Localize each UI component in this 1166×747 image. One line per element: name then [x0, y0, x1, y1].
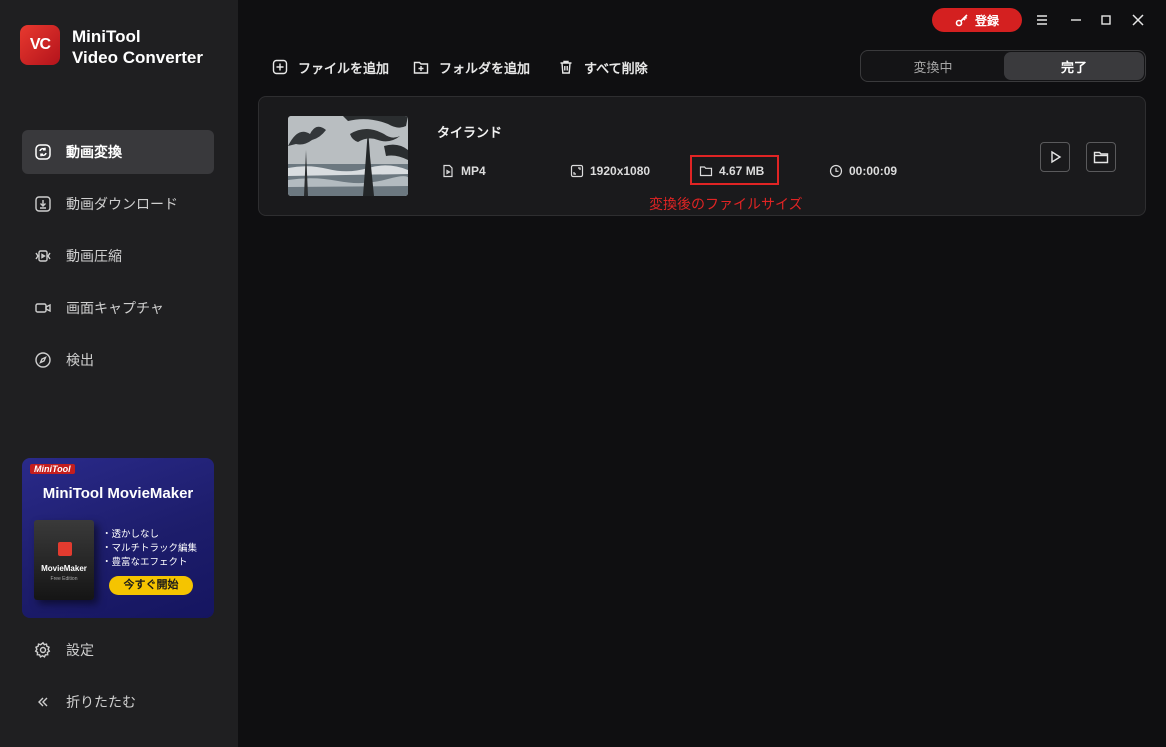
promo-brand-logo: MiniTool	[30, 464, 75, 474]
play-button[interactable]	[1040, 142, 1070, 172]
file-size-annotation: 変換後のファイルサイズ	[649, 196, 803, 212]
sidebar-item-label: 動画圧縮	[66, 248, 122, 264]
hamburger-menu-icon	[1037, 15, 1047, 25]
promo-feature: ・豊富なエフェクト	[102, 557, 188, 568]
sidebar-item-discover[interactable]: 検出	[22, 338, 214, 382]
sidebar: VC MiniTool Video Converter 動画変換 動画ダウンロー…	[0, 0, 238, 747]
moviemaker-box-name: MovieMaker	[41, 564, 87, 573]
sidebar-item-label: 動画変換	[66, 144, 122, 160]
app-title-line2: Video Converter	[72, 48, 204, 67]
sidebar-item-video-convert[interactable]: 動画変換	[22, 130, 214, 174]
compress-icon	[35, 250, 51, 262]
trash-icon	[560, 60, 572, 74]
chevron-double-left-icon	[38, 697, 48, 707]
resolution-value: 1920x1080	[590, 164, 651, 178]
folder-icon	[1093, 151, 1109, 164]
collapse-label: 折りたたむ	[66, 694, 136, 710]
app-logo: VC	[20, 25, 60, 65]
app-title: MiniTool Video Converter	[72, 26, 203, 68]
promo-feature: ・マルチトラック編集	[102, 543, 198, 554]
settings-button[interactable]: 設定	[22, 632, 214, 668]
download-icon	[35, 196, 51, 212]
collapse-button[interactable]: 折りたたむ	[22, 684, 214, 720]
register-button[interactable]: 登録	[932, 8, 1022, 32]
open-folder-button[interactable]	[1086, 142, 1116, 172]
duration-value: 00:00:09	[849, 164, 898, 178]
register-label: 登録	[974, 13, 999, 28]
gear-icon	[34, 641, 51, 658]
sidebar-item-label: 画面キャプチャ	[66, 300, 164, 316]
convert-icon	[35, 144, 51, 160]
file-size-highlight-box	[690, 155, 779, 185]
sidebar-item-screen-capture[interactable]: 画面キャプチャ	[22, 286, 214, 330]
close-icon	[1132, 14, 1144, 26]
sidebar-item-video-compress[interactable]: 動画圧縮	[22, 234, 214, 278]
minimize-icon	[1071, 19, 1081, 21]
moviemaker-box-image: MovieMaker Free Edition	[34, 520, 94, 600]
file-format: MP4	[441, 163, 486, 179]
sidebar-nav: 動画変換 動画ダウンロード 動画圧縮 画面キャプチャ 検出	[22, 130, 214, 390]
sidebar-item-label: 検出	[66, 352, 94, 368]
play-icon	[1051, 150, 1062, 164]
promo-title: MiniTool MovieMaker	[42, 485, 194, 502]
promo-start-button[interactable]: 今すぐ開始	[109, 576, 193, 595]
clock-icon	[829, 164, 843, 178]
add-file-label: ファイルを追加	[298, 60, 390, 76]
sidebar-item-label: 動画ダウンロード	[66, 196, 178, 212]
maximize-icon	[1101, 15, 1111, 25]
status-tabs: 変換中 完了	[860, 50, 1146, 82]
key-icon	[955, 14, 968, 27]
sidebar-item-video-download[interactable]: 動画ダウンロード	[22, 182, 214, 226]
converted-file-item[interactable]: タイランド MP4 1920x1080 4.67 MB 00:00:09 変換後…	[258, 96, 1146, 216]
file-format-icon	[443, 164, 453, 178]
delete-all-label: すべて削除	[584, 60, 648, 76]
file-name: タイランド	[437, 125, 503, 140]
moviemaker-icon	[58, 542, 72, 556]
add-file-icon	[272, 59, 288, 75]
settings-label: 設定	[66, 642, 94, 658]
file-resolution: 1920x1080	[570, 163, 650, 179]
video-thumbnail	[288, 116, 408, 196]
tab-done[interactable]: 完了	[1004, 52, 1144, 80]
file-duration: 00:00:09	[829, 163, 897, 179]
minimize-button[interactable]	[1066, 10, 1086, 30]
compass-icon	[35, 352, 51, 368]
menu-button[interactable]	[1032, 10, 1052, 30]
app-title-line1: MiniTool	[72, 27, 141, 46]
maximize-button[interactable]	[1096, 10, 1116, 30]
camera-icon	[35, 303, 51, 313]
close-button[interactable]	[1128, 10, 1148, 30]
add-file-button[interactable]: ファイルを追加	[272, 57, 389, 77]
resolution-icon	[570, 164, 584, 178]
add-folder-icon	[413, 61, 429, 74]
promo-feature: ・透かしなし	[102, 529, 160, 540]
add-folder-label: フォルダを追加	[439, 60, 531, 76]
moviemaker-box-sub: Free Edition	[50, 576, 78, 582]
file-format-value: MP4	[461, 164, 486, 178]
add-folder-button[interactable]: フォルダを追加	[413, 57, 530, 77]
promo-banner[interactable]: MiniTool MiniTool MovieMaker MovieMaker …	[22, 458, 214, 618]
tab-converting[interactable]: 変換中	[863, 52, 1003, 80]
delete-all-button[interactable]: すべて削除	[558, 57, 648, 77]
